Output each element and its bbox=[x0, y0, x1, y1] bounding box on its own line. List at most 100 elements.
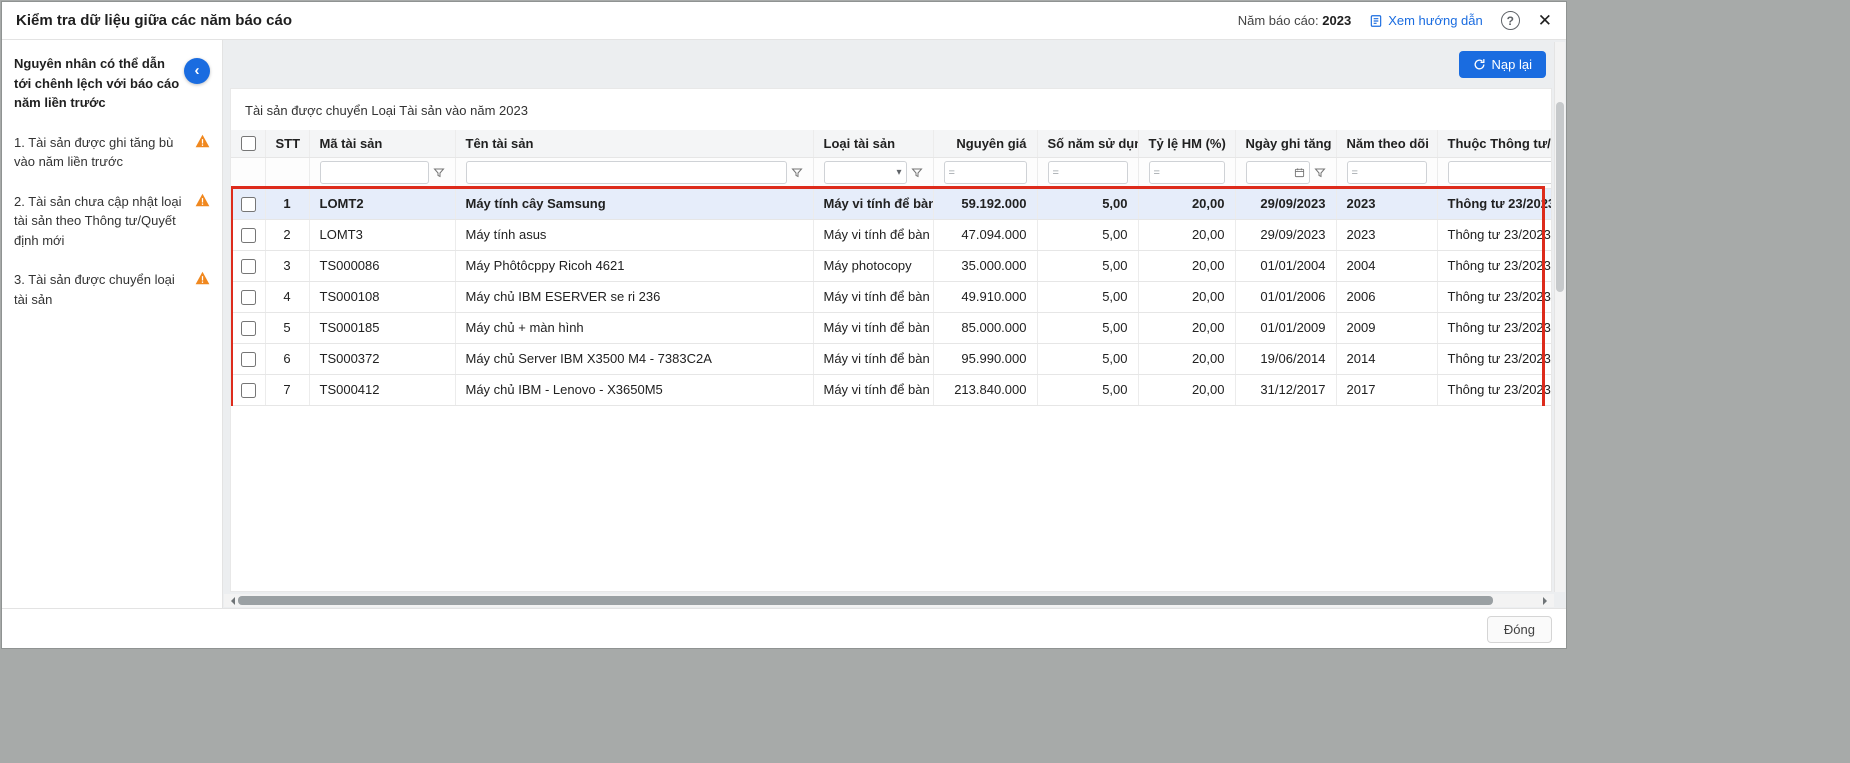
cell-years: 5,00 bbox=[1037, 343, 1138, 374]
filter-funnel-icon[interactable] bbox=[911, 167, 923, 179]
table-row[interactable]: 5 TS000185 Máy chủ + màn hình Máy vi tín… bbox=[231, 312, 1551, 343]
cell-rate: 20,00 bbox=[1138, 343, 1235, 374]
filter-funnel-icon[interactable] bbox=[1314, 167, 1326, 179]
sidebar-heading-label: Nguyên nhân có thể dẫn tới chênh lệch vớ… bbox=[14, 56, 179, 110]
filter-type-select[interactable] bbox=[829, 166, 897, 180]
row-checkbox[interactable] bbox=[241, 383, 256, 398]
cell-code: TS000108 bbox=[309, 281, 455, 312]
sidebar-item-1[interactable]: 1. Tài sản được ghi tăng bù vào năm liền… bbox=[14, 133, 210, 172]
cell-rate: 20,00 bbox=[1138, 219, 1235, 250]
equals-operator-icon[interactable]: = bbox=[1352, 167, 1358, 179]
cell-year: 2023 bbox=[1336, 219, 1437, 250]
col-so-nam[interactable]: Số năm sử dụng bbox=[1037, 130, 1138, 157]
filter-year-input[interactable] bbox=[1361, 166, 1422, 180]
warning-icon bbox=[195, 193, 210, 251]
cell-circular: Thông tư 23/2023/TT bbox=[1437, 250, 1551, 281]
filter-funnel-icon[interactable] bbox=[433, 167, 445, 179]
filter-cost-input[interactable] bbox=[958, 166, 1022, 180]
select-all-checkbox[interactable] bbox=[241, 136, 256, 151]
col-ten-tai-san[interactable]: Tên tài sản bbox=[455, 130, 813, 157]
sidebar-item-2[interactable]: 2. Tài sản chưa cập nhật loại tài sản th… bbox=[14, 192, 210, 251]
table-row[interactable]: 6 TS000372 Máy chủ Server IBM X3500 M4 -… bbox=[231, 343, 1551, 374]
cell-code: TS000412 bbox=[309, 374, 455, 405]
calendar-icon[interactable] bbox=[1294, 167, 1305, 178]
horizontal-scrollbar-thumb[interactable] bbox=[238, 596, 1493, 605]
filter-name-input[interactable] bbox=[471, 166, 782, 180]
filter-years-input[interactable] bbox=[1062, 166, 1123, 180]
filter-funnel-icon[interactable] bbox=[791, 167, 803, 179]
table-row[interactable]: 2 LOMT3 Máy tính asus Máy vi tính để bàn… bbox=[231, 219, 1551, 250]
filter-circular-input[interactable] bbox=[1453, 166, 1552, 180]
cell-code: LOMT3 bbox=[309, 219, 455, 250]
view-guide-link[interactable]: Xem hướng dẫn bbox=[1369, 13, 1483, 28]
cell-circular: Thông tư 23/2023/TT bbox=[1437, 374, 1551, 405]
col-nam-theo-doi[interactable]: Năm theo dõi bbox=[1336, 130, 1437, 157]
col-stt[interactable]: STT bbox=[265, 130, 309, 157]
assets-table: STT Mã tài sản Tên tài sản Loại tài sản … bbox=[231, 130, 1551, 406]
collapse-sidebar-button[interactable]: ‹ bbox=[184, 58, 210, 84]
cell-rate: 20,00 bbox=[1138, 281, 1235, 312]
cell-stt: 7 bbox=[265, 374, 309, 405]
cell-year: 2009 bbox=[1336, 312, 1437, 343]
table-row[interactable]: 3 TS000086 Máy Phôtôcppy Ricoh 4621 Máy … bbox=[231, 250, 1551, 281]
cell-date: 01/01/2009 bbox=[1235, 312, 1336, 343]
filter-date-input[interactable] bbox=[1251, 166, 1294, 180]
guide-document-icon bbox=[1369, 14, 1383, 28]
help-icon[interactable]: ? bbox=[1501, 11, 1520, 30]
cell-name: Máy chủ Server IBM X3500 M4 - 7383C2A bbox=[455, 343, 813, 374]
desktop-background: Kiểm tra dữ liệu giữa các năm báo cáo Nă… bbox=[0, 0, 1850, 763]
sidebar-item-label: 1. Tài sản được ghi tăng bù vào năm liền… bbox=[14, 133, 189, 172]
reload-button[interactable]: Nạp lại bbox=[1459, 51, 1546, 78]
view-guide-label: Xem hướng dẫn bbox=[1388, 13, 1483, 28]
col-ma-tai-san[interactable]: Mã tài sản bbox=[309, 130, 455, 157]
close-dialog-button[interactable]: Đóng bbox=[1487, 616, 1552, 643]
row-checkbox[interactable] bbox=[241, 228, 256, 243]
cell-year: 2014 bbox=[1336, 343, 1437, 374]
cell-years: 5,00 bbox=[1037, 188, 1138, 219]
filter-rate-input[interactable] bbox=[1163, 166, 1220, 180]
col-ty-le-hm[interactable]: Tỷ lệ HM (%) bbox=[1138, 130, 1235, 157]
cell-rate: 20,00 bbox=[1138, 188, 1235, 219]
report-year-value: 2023 bbox=[1322, 13, 1351, 28]
header-row: STT Mã tài sản Tên tài sản Loại tài sản … bbox=[231, 130, 1551, 157]
sidebar-item-3-active[interactable]: 3. Tài sản được chuyển loại tài sản bbox=[14, 270, 210, 309]
table-row[interactable]: 4 TS000108 Máy chủ IBM ESERVER se ri 236… bbox=[231, 281, 1551, 312]
col-loai-tai-san[interactable]: Loại tài sản bbox=[813, 130, 933, 157]
cell-code: TS000086 bbox=[309, 250, 455, 281]
vertical-scrollbar-thumb[interactable] bbox=[1556, 102, 1564, 292]
row-checkbox[interactable] bbox=[241, 290, 256, 305]
row-checkbox[interactable] bbox=[241, 197, 256, 212]
cell-name: Máy chủ IBM ESERVER se ri 236 bbox=[455, 281, 813, 312]
col-ngay-ghi-tang[interactable]: Ngày ghi tăng bbox=[1235, 130, 1336, 157]
table-row[interactable]: 7 TS000412 Máy chủ IBM - Lenovo - X3650M… bbox=[231, 374, 1551, 405]
filter-row: ▾ = = = = bbox=[231, 157, 1551, 188]
cell-date: 29/09/2023 bbox=[1235, 219, 1336, 250]
cell-stt: 4 bbox=[265, 281, 309, 312]
scroll-left-arrow-icon[interactable] bbox=[227, 597, 235, 605]
horizontal-scrollbar[interactable] bbox=[224, 594, 1554, 607]
equals-operator-icon[interactable]: = bbox=[1154, 167, 1160, 179]
cell-name: Máy tính cây Samsung bbox=[455, 188, 813, 219]
dialog-footer: Đóng bbox=[2, 608, 1566, 648]
sidebar: Nguyên nhân có thể dẫn tới chênh lệch vớ… bbox=[2, 40, 223, 608]
col-nguyen-gia[interactable]: Nguyên giá bbox=[933, 130, 1037, 157]
cell-type: Máy photocopy bbox=[813, 250, 933, 281]
equals-operator-icon[interactable]: = bbox=[949, 167, 955, 179]
cell-circular: Thông tư 23/2023/TT bbox=[1437, 219, 1551, 250]
cell-name: Máy chủ IBM - Lenovo - X3650M5 bbox=[455, 374, 813, 405]
col-thuoc-thong-tu[interactable]: Thuộc Thông tư/Quyế bbox=[1437, 130, 1551, 157]
filter-code-input[interactable] bbox=[325, 166, 424, 180]
equals-operator-icon[interactable]: = bbox=[1053, 167, 1059, 179]
cell-code: TS000372 bbox=[309, 343, 455, 374]
row-checkbox[interactable] bbox=[241, 259, 256, 274]
table-row[interactable]: 1 LOMT2 Máy tính cây Samsung Máy vi tính… bbox=[231, 188, 1551, 219]
chevron-down-icon[interactable]: ▾ bbox=[896, 167, 901, 178]
cell-year: 2004 bbox=[1336, 250, 1437, 281]
vertical-scrollbar[interactable] bbox=[1554, 42, 1565, 592]
cell-cost: 95.990.000 bbox=[933, 343, 1037, 374]
row-checkbox[interactable] bbox=[241, 321, 256, 336]
close-icon[interactable]: ✕ bbox=[1538, 12, 1552, 29]
row-checkbox[interactable] bbox=[241, 352, 256, 367]
scroll-right-arrow-icon[interactable] bbox=[1543, 597, 1551, 605]
report-year: Năm báo cáo: 2023 bbox=[1238, 13, 1351, 28]
